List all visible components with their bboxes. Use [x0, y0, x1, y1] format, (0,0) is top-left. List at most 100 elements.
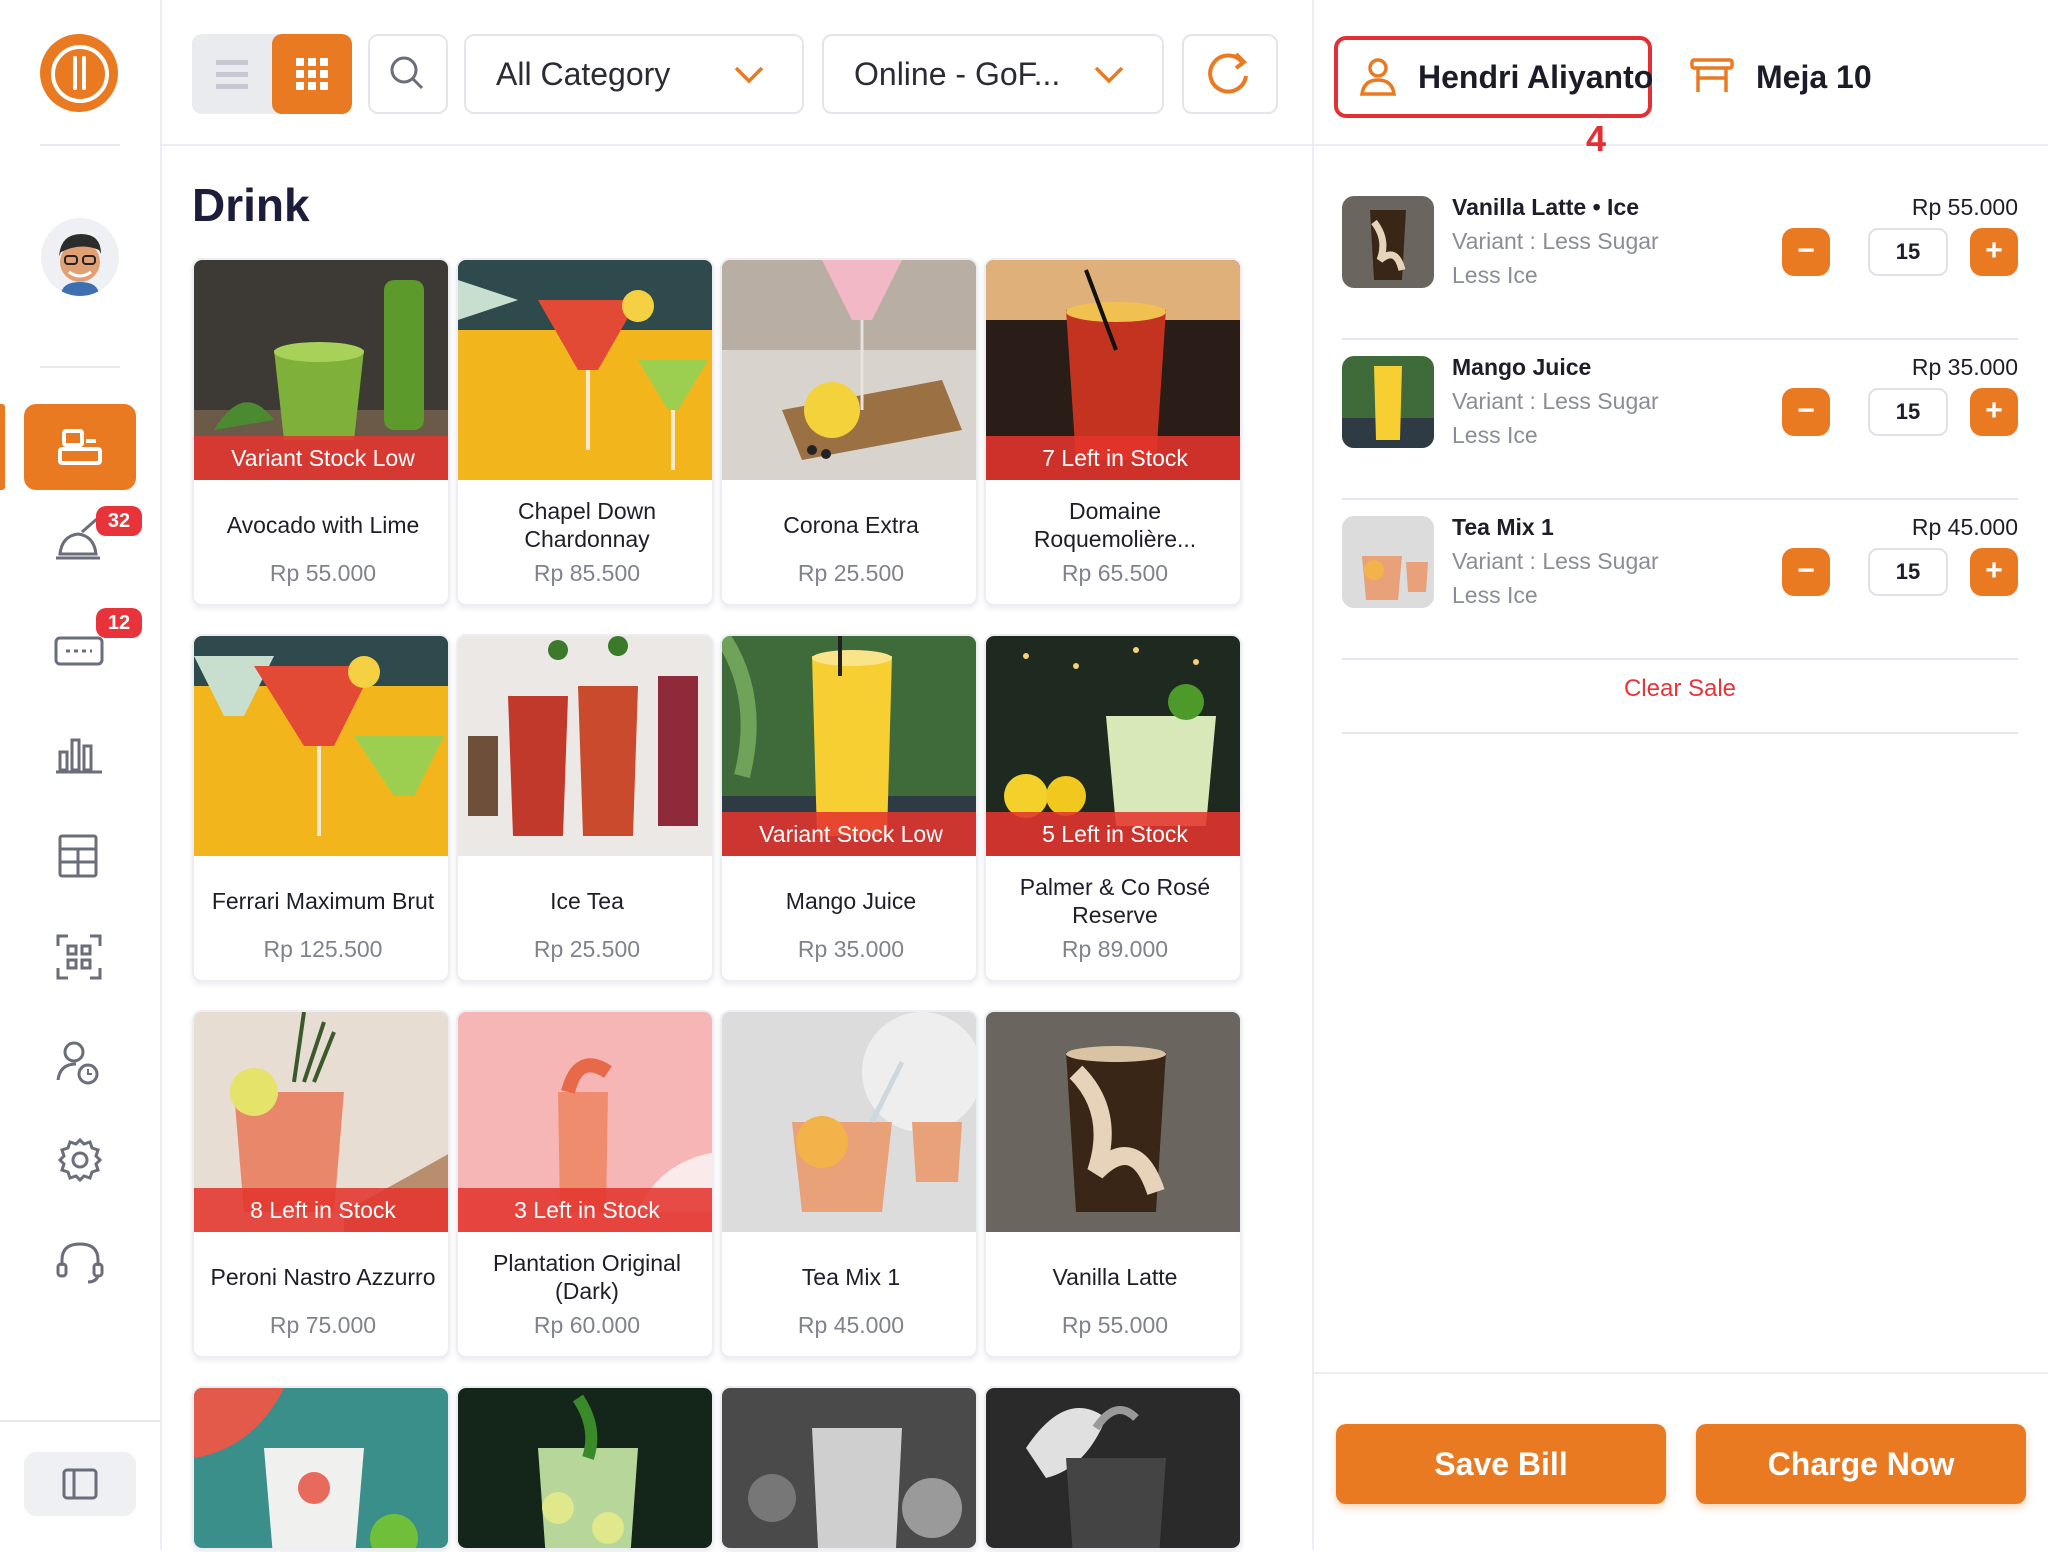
nav-qr[interactable]	[50, 928, 110, 988]
increase-qty-button[interactable]: +	[1970, 228, 2018, 276]
nav-support[interactable]	[50, 1232, 110, 1292]
product-name: Mango Juice	[785, 888, 917, 914]
product-name: Domaine Roquemolière...	[1033, 498, 1197, 552]
cart-item-thumbnail	[1342, 356, 1434, 448]
cart-item-price: Rp 55.000	[1911, 194, 2018, 220]
search-button[interactable]	[368, 34, 448, 114]
product-card[interactable]: Ice Tea Rp 25.500	[456, 634, 714, 982]
product-image	[722, 1012, 976, 1232]
nav-reports[interactable]	[50, 724, 110, 784]
app-logo	[40, 34, 118, 112]
sidebar-divider	[40, 366, 120, 368]
chevron-down-icon	[1094, 66, 1124, 84]
product-price: Rp 60.000	[533, 1312, 641, 1338]
avatar[interactable]	[41, 218, 119, 296]
table-selector[interactable]: Meja 10	[1756, 36, 1872, 118]
cart-item-thumbnail	[1342, 516, 1434, 608]
nav-pos[interactable]	[24, 404, 136, 490]
cart-item-price: Rp 45.000	[1911, 514, 2018, 540]
grid-view-button[interactable]	[272, 34, 352, 114]
table-icon	[1690, 58, 1734, 92]
nav-settings[interactable]	[50, 1130, 110, 1190]
stock-badge: Variant Stock Low	[722, 812, 976, 856]
product-name: Peroni Nastro Azzurro	[210, 1264, 436, 1290]
product-card[interactable]: 3 Left in Stock Plantation Original (Dar…	[456, 1010, 714, 1358]
product-card[interactable]: Corona Extra Rp 25.500	[720, 258, 978, 606]
cart-item-variant: Variant : Less Sugar	[1452, 228, 1659, 254]
list-icon	[216, 60, 248, 89]
annotation-marker: 4	[1586, 118, 1607, 159]
quantity-field[interactable]: 15	[1868, 548, 1948, 596]
product-image	[458, 1388, 712, 1548]
refresh-button[interactable]	[1182, 34, 1278, 114]
view-toggle	[192, 34, 352, 114]
product-price: Rp 65.500	[1061, 560, 1169, 586]
nav-staff[interactable]	[50, 1032, 110, 1092]
save-bill-button[interactable]: Save Bill	[1336, 1424, 1666, 1504]
decrease-qty-button[interactable]: −	[1782, 228, 1830, 276]
product-image	[986, 1388, 1240, 1548]
product-name: Palmer & Co Rosé Reserve	[1019, 874, 1211, 928]
charge-now-button[interactable]: Charge Now	[1696, 1424, 2026, 1504]
customer-name: Hendri Aliyanto	[1418, 59, 1654, 95]
cart-item-variant: Variant : Less Sugar	[1452, 548, 1659, 574]
cart-item-note: Less Ice	[1452, 582, 1538, 608]
clear-sale-button[interactable]: Clear Sale	[1342, 642, 2018, 734]
user-clock-icon	[56, 1041, 99, 1085]
decrease-qty-button[interactable]: −	[1782, 388, 1830, 436]
product-card[interactable]	[192, 1386, 450, 1550]
quantity-field[interactable]: 15	[1868, 228, 1948, 276]
cart-item-name: Vanilla Latte • Ice	[1452, 194, 1640, 220]
cart-item-note: Less Ice	[1452, 262, 1538, 288]
cart-item-name: Mango Juice	[1452, 354, 1592, 380]
product-card[interactable]: Tea Mix 1 Rp 45.000	[720, 1010, 978, 1358]
product-card[interactable]: Variant Stock Low Mango Juice Rp 35.000	[720, 634, 978, 982]
product-price: Rp 125.500	[263, 936, 383, 962]
grid-icon	[296, 58, 328, 90]
cart-item-thumbnail	[1342, 196, 1434, 288]
product-image	[458, 636, 712, 856]
product-card[interactable]	[984, 1386, 1242, 1550]
toolbar: All Category Online - GoF...	[162, 0, 1312, 146]
pos-app: 32 12 All Category Online - GoF... Drink…	[0, 0, 2048, 1550]
increase-qty-button[interactable]: +	[1970, 548, 2018, 596]
section-title: Drink	[192, 179, 310, 231]
product-card[interactable]: 5 Left in Stock Palmer & Co Rosé Reserve…	[984, 634, 1242, 982]
product-card[interactable]: 7 Left in Stock Domaine Roquemolière... …	[984, 258, 1242, 606]
product-card[interactable]: Ferrari Maximum Brut Rp 125.500	[192, 634, 450, 982]
product-card[interactable]: Variant Stock Low Avocado with Lime Rp 5…	[192, 258, 450, 606]
collapse-sidebar-button[interactable]	[24, 1452, 136, 1516]
channel-dropdown[interactable]: Online - GoF...	[822, 34, 1164, 114]
nav-inventory[interactable]	[50, 826, 110, 886]
cart-item-note: Less Ice	[1452, 422, 1538, 448]
list-view-button[interactable]	[192, 34, 272, 114]
product-card[interactable]	[456, 1386, 714, 1550]
increase-qty-button[interactable]: +	[1970, 388, 2018, 436]
decrease-qty-button[interactable]: −	[1782, 548, 1830, 596]
customer-selector[interactable]: Hendri Aliyanto	[1334, 36, 1654, 118]
chevron-down-icon	[734, 66, 764, 84]
reservations-badge: 12	[96, 608, 142, 638]
orders-badge: 32	[96, 506, 142, 536]
pos-terminal-icon	[50, 417, 110, 477]
product-card[interactable]	[720, 1386, 978, 1550]
stock-badge: 3 Left in Stock	[458, 1188, 712, 1232]
product-area: Drink Variant Stock Low Avocado with Lim…	[162, 146, 1312, 1550]
cart-item: Tea Mix 1 Variant : Less Sugar Less Ice …	[1342, 498, 2018, 660]
product-price: Rp 25.500	[533, 936, 641, 962]
channel-dropdown-value: Online - GoF...	[854, 56, 1061, 92]
product-price: Rp 85.500	[533, 560, 641, 586]
category-dropdown[interactable]: All Category	[464, 34, 804, 114]
product-name: Corona Extra	[783, 512, 919, 538]
quantity-field[interactable]: 15	[1868, 388, 1948, 436]
stock-badge: 5 Left in Stock	[986, 812, 1240, 856]
product-card[interactable]: Vanilla Latte Rp 55.000	[984, 1010, 1242, 1358]
cart-item: Mango Juice Variant : Less Sugar Less Ic…	[1342, 338, 2018, 500]
headset-icon	[56, 1242, 104, 1284]
product-name: Vanilla Latte	[1052, 1264, 1178, 1290]
product-price: Rp 35.000	[797, 936, 905, 962]
refresh-icon	[1208, 52, 1248, 94]
product-card[interactable]: Chapel Down Chardonnay Rp 85.500	[456, 258, 714, 606]
product-price: Rp 55.000	[1061, 1312, 1169, 1338]
product-card[interactable]: 8 Left in Stock Peroni Nastro Azzurro Rp…	[192, 1010, 450, 1358]
